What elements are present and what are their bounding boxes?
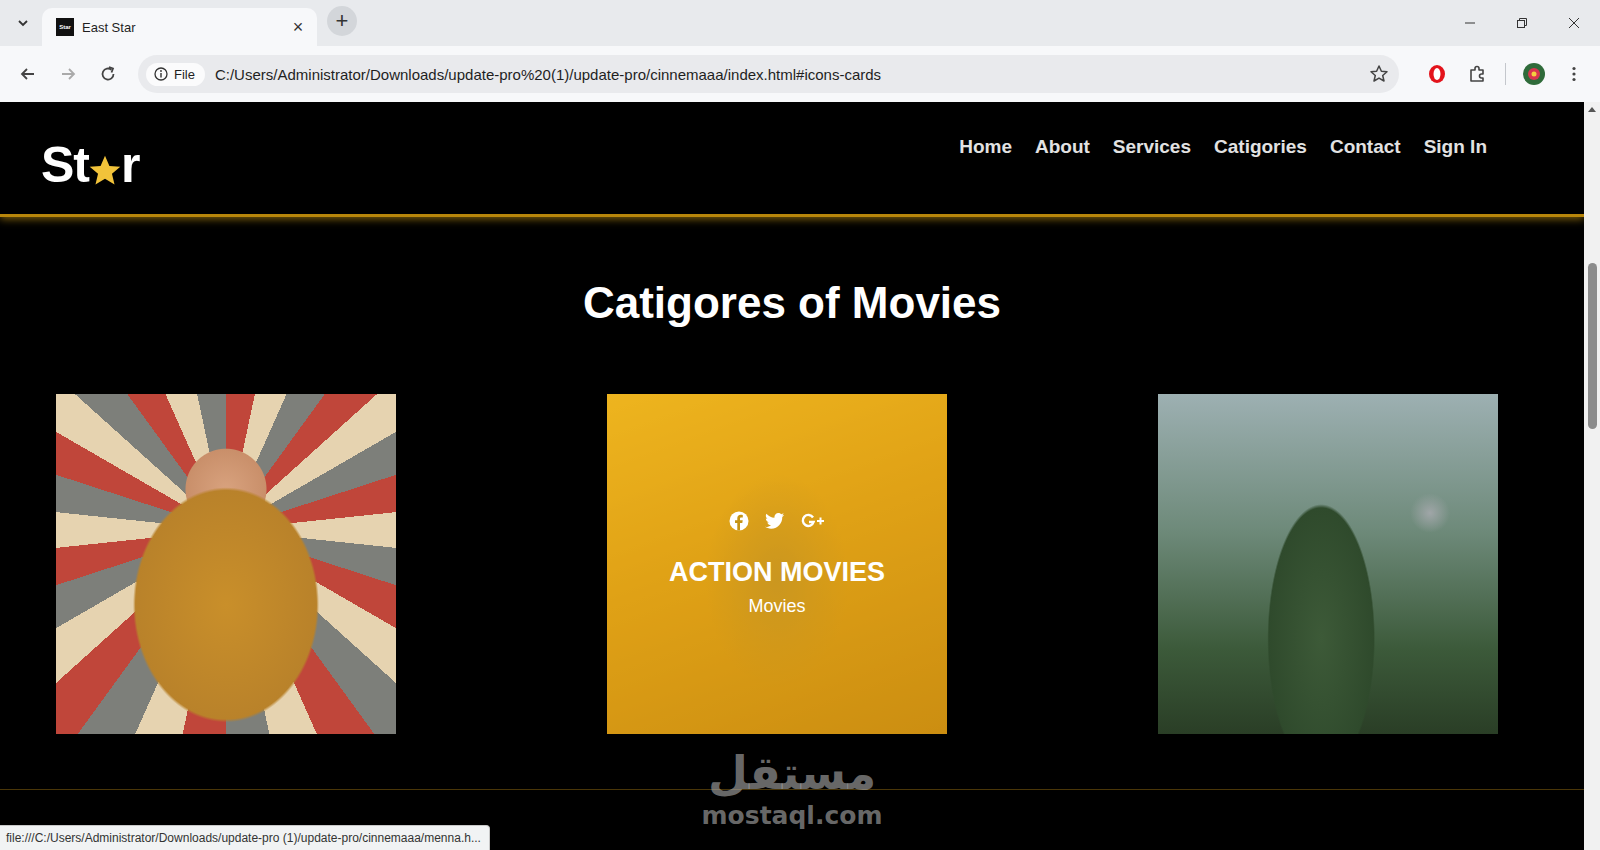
scroll-up-icon[interactable]	[1587, 105, 1597, 113]
tab-search-button[interactable]	[8, 8, 38, 38]
profile-avatar-icon	[1522, 62, 1546, 86]
chip-label: File	[174, 67, 195, 82]
logo-text: r	[121, 140, 139, 190]
category-cards: ACTION MOVIES Movies	[0, 394, 1584, 734]
profile-button[interactable]	[1516, 56, 1552, 92]
tab-strip: Star East Star × +	[0, 0, 1600, 46]
card-title: ACTION MOVIES	[669, 555, 885, 589]
watermark: مستقل mostaql.com	[0, 744, 1584, 830]
browser-window: Star East Star × + File C:/Users/Adminis…	[0, 0, 1600, 850]
google-plus-icon[interactable]	[801, 511, 825, 531]
scrollbar-thumb[interactable]	[1588, 263, 1597, 429]
opera-icon	[1427, 64, 1447, 84]
forward-arrow-icon	[59, 65, 77, 83]
nav-link[interactable]: Services	[1113, 136, 1191, 158]
back-button[interactable]	[10, 56, 46, 92]
scrollbar[interactable]	[1584, 102, 1600, 850]
tab-close-button[interactable]: ×	[289, 18, 307, 36]
section-divider	[0, 789, 1584, 790]
social-links	[729, 511, 825, 531]
close-icon	[1568, 17, 1580, 29]
info-icon	[154, 67, 168, 81]
puzzle-icon	[1467, 64, 1487, 84]
favicon-icon: Star	[56, 18, 74, 36]
nav-link[interactable]: Sign In	[1424, 136, 1487, 158]
section-heading: Catigores of Movies	[0, 275, 1584, 331]
nav-link[interactable]: Home	[959, 136, 1012, 158]
back-arrow-icon	[19, 65, 37, 83]
close-button[interactable]	[1548, 0, 1600, 46]
main-nav: Home About Services Catigories Contact Sign I…	[959, 134, 1487, 158]
kebab-menu-icon	[1565, 65, 1583, 83]
menu-button[interactable]	[1556, 56, 1592, 92]
bookmark-star-icon[interactable]	[1369, 64, 1389, 84]
reload-icon	[99, 65, 117, 83]
facebook-icon[interactable]	[729, 511, 749, 531]
tab-title: East Star	[82, 20, 281, 35]
page-viewport: St r Home About Services Catigories Contact S…	[0, 102, 1600, 850]
extensions-button[interactable]	[1459, 56, 1495, 92]
restore-button[interactable]	[1496, 0, 1548, 46]
opera-extension-button[interactable]	[1419, 56, 1455, 92]
nav-link[interactable]: About	[1035, 136, 1090, 158]
chevron-down-icon	[17, 17, 29, 29]
reload-button[interactable]	[90, 56, 126, 92]
browser-tab[interactable]: Star East Star ×	[42, 8, 317, 46]
new-tab-button[interactable]: +	[327, 6, 357, 36]
logo-text: St	[41, 140, 89, 190]
card-subtitle: Movies	[748, 595, 805, 617]
restore-icon	[1516, 17, 1528, 29]
star-icon	[88, 154, 122, 188]
nav-link[interactable]: Contact	[1330, 136, 1401, 158]
site-header: St r Home About Services Catigories Contact S…	[0, 102, 1584, 217]
url-text[interactable]: C:/Users/Administrator/Downloads/update-…	[215, 66, 1359, 83]
category-card[interactable]	[56, 394, 396, 734]
twitter-icon[interactable]	[765, 511, 785, 531]
status-bar: file:///C:/Users/Administrator/Downloads…	[0, 825, 490, 850]
site-logo[interactable]: St r	[41, 140, 139, 190]
nav-link[interactable]: Catigories	[1214, 136, 1307, 158]
watermark-latin: mostaql.com	[702, 802, 883, 830]
toolbar: File C:/Users/Administrator/Downloads/up…	[0, 46, 1600, 102]
web-page: St r Home About Services Catigories Contact S…	[0, 102, 1584, 850]
watermark-arabic: مستقل	[708, 744, 876, 802]
address-bar[interactable]: File C:/Users/Administrator/Downloads/up…	[138, 55, 1399, 93]
card-overlay: ACTION MOVIES Movies	[607, 394, 947, 734]
site-info-chip[interactable]: File	[146, 63, 205, 86]
minimize-button[interactable]	[1444, 0, 1496, 46]
category-card[interactable]	[1158, 394, 1498, 734]
minimize-icon	[1464, 17, 1476, 29]
category-card[interactable]: ACTION MOVIES Movies	[607, 394, 947, 734]
forward-button[interactable]	[50, 56, 86, 92]
